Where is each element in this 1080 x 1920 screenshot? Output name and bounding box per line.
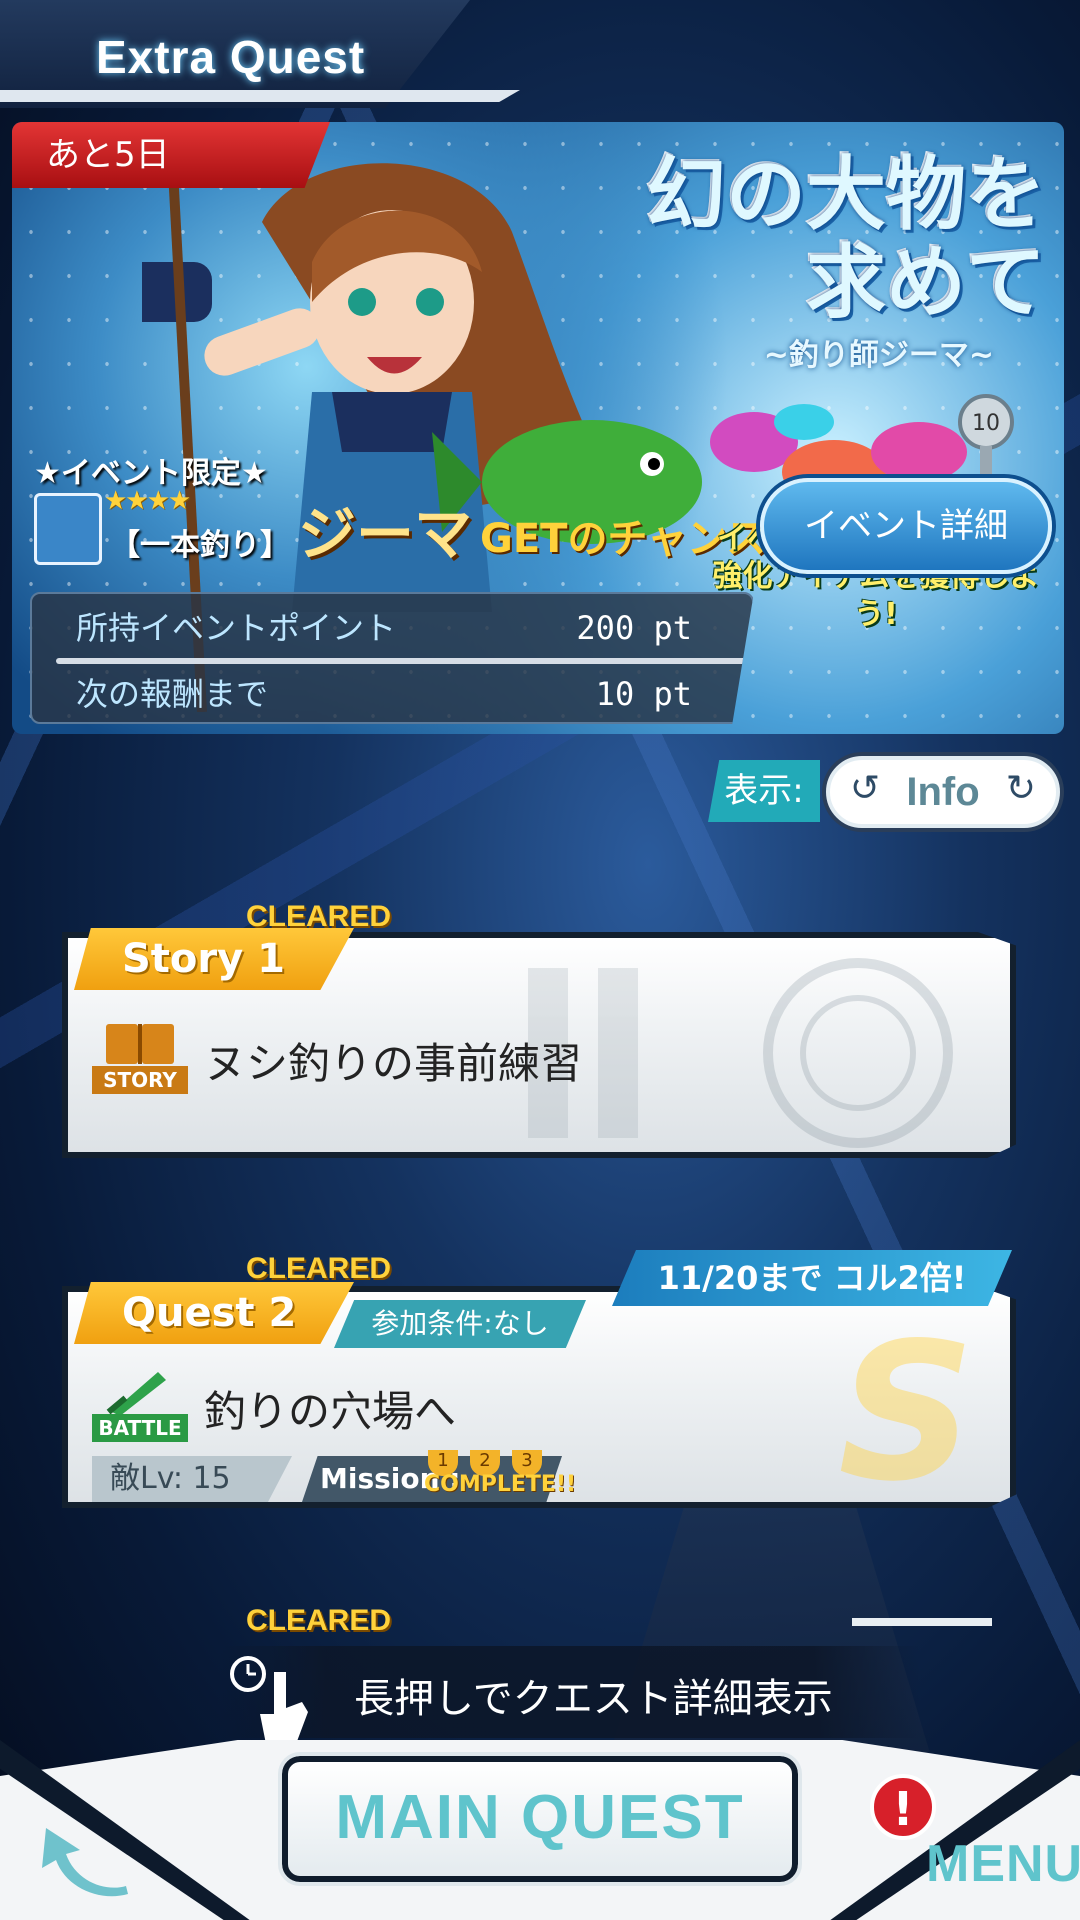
- days-left-badge: あと5日: [12, 122, 330, 188]
- rotate-right-icon: ↻: [1005, 768, 1036, 809]
- quest-tag-story: Story 1: [74, 928, 354, 990]
- story-type-label: STORY: [92, 1066, 188, 1094]
- event-title: 幻の大物を求めて: [646, 147, 1046, 329]
- next-reward-value: 10 pt: [595, 675, 692, 713]
- quest-card-3-edge: [852, 1618, 992, 1626]
- main-quest-button[interactable]: MAIN QUEST: [278, 1752, 802, 1886]
- entry-condition: 参加条件:なし: [334, 1300, 586, 1348]
- hint-text: 長押しでクエスト詳細表示: [354, 1676, 833, 1722]
- svg-text:10: 10: [972, 411, 1000, 436]
- owned-points-value: 200 pt: [576, 609, 692, 647]
- event-points-panel: 所持イベントポイント 200 pt 次の報酬まで 10 pt: [30, 592, 754, 724]
- battle-type-label: BATTLE: [92, 1414, 188, 1442]
- alert-badge: !: [870, 1774, 936, 1840]
- card-title: 【一本釣り】: [110, 528, 290, 563]
- display-label: 表示:: [708, 760, 820, 822]
- page-title: Extra Quest: [96, 31, 366, 83]
- event-detail-button[interactable]: イベント詳細: [760, 478, 1052, 574]
- story-book-icon: STORY: [92, 1018, 188, 1094]
- featured-card: ★★★★ 【一本釣り】 ジーマ GETのチャンス!!: [34, 486, 803, 568]
- rank-s-badge: S: [838, 1302, 975, 1523]
- cleared-label: CLEARED: [246, 1252, 392, 1285]
- menu-button[interactable]: MENU: [926, 1834, 1080, 1894]
- quest-name: 釣りの穴場へ: [204, 1387, 457, 1436]
- back-arrow-icon[interactable]: [36, 1822, 136, 1902]
- next-reward-label: 次の報酬まで: [76, 675, 269, 713]
- battle-sword-icon: BATTLE: [92, 1366, 188, 1442]
- sword-type-icon: [34, 493, 102, 565]
- long-press-hand-icon: [230, 1656, 308, 1744]
- card-hero-name: ジーマ: [298, 500, 473, 568]
- quest-tag-battle: Quest 2: [74, 1282, 354, 1344]
- header-stripe: [0, 90, 520, 102]
- owned-points-row: 所持イベントポイント 200 pt: [76, 598, 736, 658]
- enemy-level: 敵Lv: 15: [92, 1456, 292, 1502]
- owned-points-label: 所持イベントポイント: [76, 609, 397, 647]
- bonus-banner: 11/20まで コル2倍!: [612, 1250, 1012, 1306]
- display-mode-toggle[interactable]: ↺ Info ↻: [826, 756, 1060, 828]
- cleared-label: CLEARED: [246, 1604, 392, 1637]
- next-reward-row: 次の報酬まで 10 pt: [76, 664, 736, 724]
- event-subtitle: ~釣り師ジーマ~: [763, 338, 994, 373]
- mission-complete-label: COMPLETE!!: [424, 1472, 577, 1497]
- card-rarity-stars: ★★★★: [104, 486, 191, 516]
- event-banner[interactable]: あと5日 幻の大物を求めて ~釣り師ジーマ~ 10 ★イベント限定★ ★★★★ …: [12, 122, 1064, 734]
- quest-name: ヌシ釣りの事前練習: [204, 1039, 583, 1088]
